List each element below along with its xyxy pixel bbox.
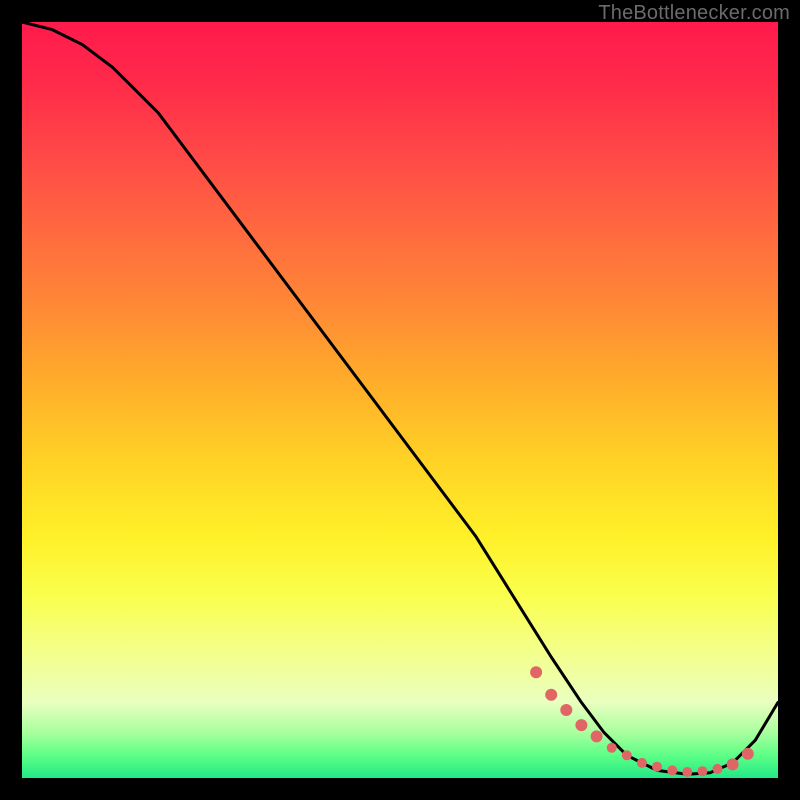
chart-stage: TheBottlenecker.com [0,0,800,800]
highlight-point [652,762,662,772]
highlight-point [591,730,603,742]
highlight-point [637,758,647,768]
marker-layer [530,666,754,777]
highlight-point [697,766,707,776]
highlight-point [575,719,587,731]
highlight-point [545,689,557,701]
highlight-point [742,748,754,760]
highlight-point [607,743,617,753]
highlight-point [560,704,572,716]
highlight-point [622,750,632,760]
plot-area [22,22,778,778]
bottleneck-curve [22,22,778,774]
highlight-point [530,666,542,678]
highlight-point [667,765,677,775]
curve-layer [22,22,778,774]
highlight-point [682,767,692,777]
chart-svg [22,22,778,778]
highlight-point [727,758,739,770]
highlight-point [713,764,723,774]
